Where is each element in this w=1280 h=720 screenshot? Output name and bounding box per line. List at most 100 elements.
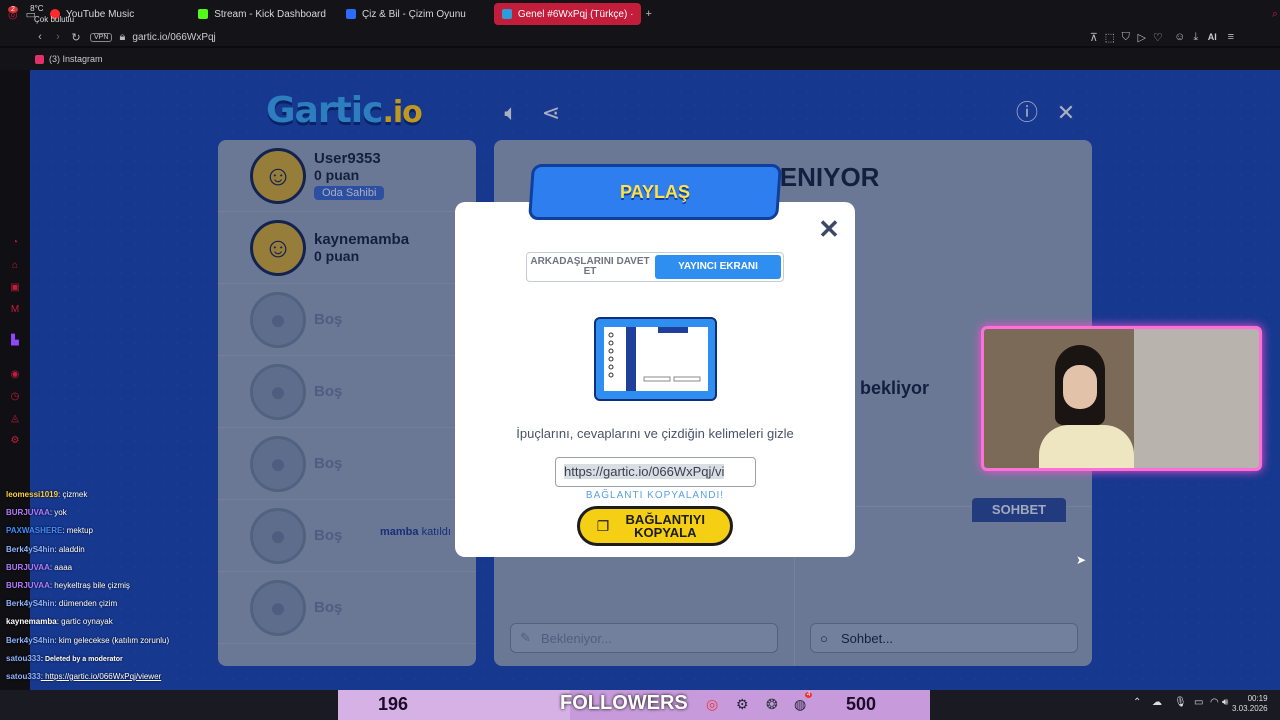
forward-icon[interactable]: › (50, 29, 66, 45)
ai-button[interactable]: AI (1208, 32, 1217, 42)
mouse-cursor-icon: ➤ (1076, 553, 1087, 567)
webcam-overlay (981, 326, 1262, 471)
gartic-icon (501, 9, 512, 19)
tab-streamer-screen[interactable]: YAYINCI EKRANI (655, 255, 781, 279)
webcam-background (1134, 329, 1259, 468)
streamer-figure (1039, 345, 1134, 468)
copied-confirmation: BAĞLANTI KOPYALANDI! (585, 490, 725, 501)
bookmarks-bar: (3) Instagram (0, 48, 1280, 70)
chat-message: BURJUVAA: yok (6, 504, 236, 522)
tab-label: Genel #6WxPqj (Türkçe) · (517, 8, 634, 20)
chat-username: satou333 (6, 671, 41, 681)
sidebar-twitch-icon[interactable]: ▙ (8, 334, 22, 348)
network-app-icon[interactable]: ❂ (766, 696, 778, 713)
tab-ciz-bil[interactable]: Çiz & Bil - Çizim Oyunu (338, 3, 474, 25)
ciz-bil-icon (345, 9, 356, 19)
weather-temp: 8°C (30, 4, 44, 13)
chat-message: Berk4yS4hin: aladdin (6, 541, 236, 559)
chat-message: satou333: Deleted by a moderator (6, 650, 236, 668)
sidebar-messenger-icon[interactable]: ◔ (8, 236, 22, 250)
screen: ◎ ▭ YouTube Music Stream - Kick Dashboar… (0, 0, 1280, 720)
chat-text: : heykeltraş bile çizmiş (49, 580, 130, 590)
chat-username: BURJUVAA (6, 580, 50, 590)
chat-username: kaynemamba (6, 617, 57, 627)
stream-chat: leomessi1019: çizmek BURJUVAA: yok PAXWA… (6, 486, 236, 686)
system-clock[interactable]: 00:19 3.03.2026 (1232, 694, 1268, 714)
clock-time: 00:19 (1247, 694, 1268, 703)
chat-username: PAXWASHERE (6, 526, 63, 536)
weather-badge: 2 (8, 6, 18, 13)
followers-goal: 500 (846, 694, 877, 714)
new-tab-icon[interactable]: + (645, 6, 651, 22)
tray-network-icon[interactable]: ☁ (1152, 697, 1162, 708)
sidebar-feed-icon[interactable]: ◬ (8, 412, 22, 426)
bookmark-instagram[interactable]: (3) Instagram (49, 54, 103, 64)
chat-text: : yok (49, 508, 67, 518)
instagram-icon (35, 54, 44, 64)
tab-label: Stream - Kick Dashboard (214, 8, 326, 20)
vpn-badge[interactable]: VPN (90, 32, 113, 42)
sidebar-history-icon[interactable]: ◷ (8, 390, 22, 404)
discord-icon[interactable]: ◍ (794, 696, 806, 713)
chat-text: : https://gartic.io/066WxPqj/viewer (40, 671, 162, 681)
chat-username: Berk4yS4hin (6, 635, 55, 645)
chat-message: satou333: https://gartic.io/066WxPqj/vie… (6, 668, 236, 686)
sidebar-settings-icon[interactable]: ⚙ (8, 434, 22, 448)
play-icon[interactable]: ▷ (1134, 29, 1150, 45)
chat-text: : Deleted by a moderator (40, 655, 123, 663)
opera-taskbar-icon[interactable]: ◎ (706, 696, 718, 713)
tab-invite-friends[interactable]: ARKADAŞLARINI DAVET ET (527, 253, 653, 281)
followers-current: 196 (378, 694, 409, 714)
tray-wifi-icon[interactable]: ◠ (1210, 697, 1219, 708)
chat-text: : mektup (62, 526, 93, 536)
tab-kick-dashboard[interactable]: Stream - Kick Dashboard (190, 3, 334, 25)
tray-mic-icon[interactable]: 🎙︎ (1174, 697, 1187, 708)
tab-gartic-active[interactable]: Genel #6WxPqj (Türkçe) · (493, 3, 642, 25)
copy-link-label: BAĞLANTIYI KOPYALA (625, 512, 705, 540)
profile-icon[interactable]: ☺ (1172, 29, 1188, 45)
menu-icon[interactable]: ≡ (1223, 29, 1239, 45)
sidebar-bag-icon[interactable]: ⌂ (8, 259, 22, 273)
followers-progress-fill (338, 690, 571, 720)
weather-widget[interactable]: 2 8°C Çok bulutlu (8, 4, 74, 25)
pin-icon[interactable]: ⊼ (1086, 29, 1102, 45)
lock-icon: 🔒︎ (119, 30, 126, 43)
clock-date: 3.03.2026 (1232, 704, 1268, 713)
chat-text: : aaaa (49, 562, 73, 572)
chat-username: BURJUVAA (6, 562, 50, 572)
chat-message: Berk4yS4hin: dümenden çizim (6, 595, 236, 613)
tray-volume-icon[interactable]: 🔊︎ (1222, 697, 1228, 708)
shield-icon[interactable]: ⛉ (1118, 29, 1134, 45)
sidebar-chat-icon[interactable]: ▣ (8, 281, 22, 295)
sidebar-m-icon[interactable]: M (8, 303, 22, 317)
search-icon[interactable]: ⌕ (1272, 6, 1278, 22)
address-bar: ‹ › ↻ VPN 🔒︎ gartic.io/066WxPqj ⊼ ⬚ ⛉ ▷ … (0, 28, 1280, 46)
weather-condition: Çok bulutlu (34, 15, 75, 24)
chat-message: PAXWASHERE: mektup (6, 522, 236, 540)
chat-message: Berk4yS4hin: kim gelecekse (katılım zoru… (6, 632, 236, 650)
modal-close-icon[interactable]: ✕ (816, 216, 842, 242)
streamer-screen-illustration (594, 317, 717, 401)
snapshot-icon[interactable]: ⬚ (1102, 29, 1118, 45)
share-url-field[interactable]: https://gartic.io/066WxPqj/vi (555, 457, 756, 487)
chat-message: leomessi1019: çizmek (6, 486, 236, 504)
back-icon[interactable]: ‹ (32, 29, 48, 45)
chat-message: kaynemamba: gartic oynayak (6, 613, 236, 631)
copy-icon: ❐ (596, 517, 610, 534)
tray-chevron-icon[interactable]: ⌃ (1133, 697, 1141, 708)
chat-username: Berk4yS4hin (6, 599, 55, 609)
download-icon[interactable]: ⤓ (1188, 29, 1204, 45)
sidebar-player-icon[interactable]: ◉ (8, 368, 22, 382)
tray-display-icon[interactable]: ▭ (1194, 697, 1203, 708)
url-field[interactable]: gartic.io/066WxPqj (132, 32, 215, 43)
followers-title: FOLLOWERS (560, 692, 688, 714)
heart-icon[interactable]: ♡ (1150, 29, 1166, 45)
chat-message: BURJUVAA: heykeltraş bile çizmiş (6, 577, 236, 595)
reload-icon[interactable]: ↻ (68, 29, 84, 45)
tab-label: YouTube Music (66, 8, 135, 20)
copy-link-button[interactable]: ❐ BAĞLANTIYI KOPYALA (577, 506, 733, 546)
chat-text: : aladdin (54, 544, 85, 554)
chat-username: satou333 (6, 653, 41, 663)
modal-title: PAYLAŞ (619, 181, 691, 202)
steam-icon[interactable]: ⚙ (736, 696, 749, 713)
